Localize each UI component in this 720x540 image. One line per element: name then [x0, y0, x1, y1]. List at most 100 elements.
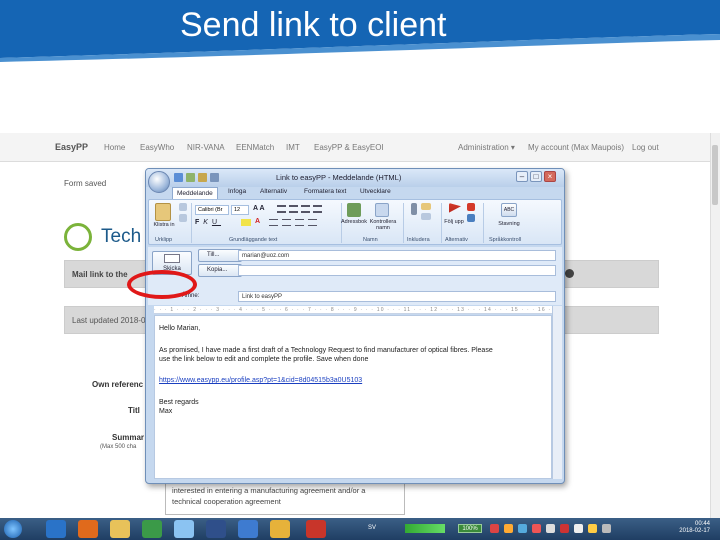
attach-icon[interactable]	[411, 203, 417, 215]
body-scrollbar[interactable]	[552, 306, 562, 479]
tab-alternativ[interactable]: Alternativ	[260, 188, 287, 195]
app-icon[interactable]	[206, 520, 226, 538]
app-icon[interactable]	[306, 520, 326, 538]
to-field[interactable]: marian@uoz.com	[238, 250, 556, 261]
format-buttons[interactable]: FKU	[195, 219, 221, 226]
tab-infoga[interactable]: Infoga	[228, 188, 246, 195]
tray-icon[interactable]	[504, 524, 513, 533]
app-icon[interactable]	[270, 520, 290, 538]
close-icon[interactable]: ×	[544, 171, 556, 182]
check-names-icon[interactable]	[375, 203, 389, 217]
nav-brand[interactable]: EasyPP	[55, 142, 88, 152]
followup-flag-icon[interactable]	[449, 203, 461, 213]
explorer-icon[interactable]	[110, 520, 130, 538]
ribbon-tabs: Meddelande Infoga Alternativ Formatera t…	[172, 187, 564, 199]
redo-icon[interactable]	[198, 173, 207, 182]
minimize-icon[interactable]: –	[516, 171, 528, 182]
clock[interactable]: 00:44 2018-02-17	[679, 521, 710, 535]
bullets-icon[interactable]	[277, 205, 286, 213]
align-right-icon[interactable]	[295, 219, 304, 226]
maximize-icon[interactable]: □	[530, 171, 542, 182]
font-grow-icon[interactable]: A A	[253, 205, 265, 212]
body-closing: Best regards	[159, 399, 199, 406]
profile-link[interactable]: https://www.easypp.eu/profile.asp?pt=1&c…	[159, 376, 362, 385]
nav-home[interactable]: Home	[104, 143, 125, 152]
spelling-icon[interactable]: ABC	[501, 203, 517, 217]
addressbook-button[interactable]: Adressbok	[339, 219, 369, 225]
cc-field[interactable]	[238, 265, 556, 276]
justify-icon[interactable]	[308, 219, 317, 226]
help-icon[interactable]	[565, 269, 574, 278]
tray-icons	[490, 524, 670, 534]
addressbook-icon[interactable]	[347, 203, 361, 217]
clock-date: 2018-02-17	[679, 528, 710, 534]
font-size-select[interactable]: 12	[231, 205, 249, 215]
align-center-icon[interactable]	[282, 219, 291, 226]
ruler[interactable]: · · · 1 · · · 2 · · · 3 · · · 4 · · · 5 …	[154, 306, 552, 314]
message-body-editor[interactable]: Hello Marian, As promised, I have made a…	[154, 315, 552, 479]
highlight-oval	[127, 270, 197, 299]
high-importance-icon[interactable]	[467, 203, 475, 211]
nav-easypp-easyeoi[interactable]: EasyPP & EasyEOI	[314, 143, 384, 152]
tray-icon[interactable]	[546, 524, 555, 533]
tab-meddelande[interactable]: Meddelande	[172, 187, 218, 199]
message-header: Skicka Till... Kopia... Ämne: marian@uoz…	[148, 247, 562, 305]
tray-icon[interactable]	[588, 524, 597, 533]
tray-icon[interactable]	[518, 524, 527, 533]
start-button[interactable]	[4, 520, 22, 538]
firefox-icon[interactable]	[78, 520, 98, 538]
window-titlebar[interactable]: Link to easyPP - Meddelande (HTML) – □ ×	[146, 169, 564, 187]
nav-logout[interactable]: Log out	[632, 143, 659, 152]
clock-time: 00:44	[694, 521, 710, 527]
highlight-icon[interactable]	[241, 219, 251, 226]
tray-icon[interactable]	[574, 524, 583, 533]
paste-icon[interactable]	[155, 203, 171, 221]
check-names-button[interactable]: Kontrollera namn	[367, 219, 399, 231]
app-icon[interactable]	[142, 520, 162, 538]
numbering-icon[interactable]	[289, 205, 298, 213]
cc-button[interactable]: Kopia...	[198, 264, 242, 277]
spelling-button[interactable]: Stavning	[491, 221, 527, 227]
low-importance-icon[interactable]	[467, 214, 475, 222]
subject-field[interactable]: Link to easyPP	[238, 291, 556, 302]
office-button[interactable]	[148, 171, 170, 193]
cut-icon[interactable]	[179, 203, 187, 211]
volume-icon[interactable]	[602, 524, 611, 533]
nav-imt[interactable]: IMT	[286, 143, 300, 152]
mail-link-text[interactable]: Mail link to the	[72, 270, 128, 279]
nav-nirvana[interactable]: NIR-VANA	[187, 143, 225, 152]
paste-button[interactable]: Klistra in	[151, 222, 177, 228]
outlook-compose-window[interactable]: Link to easyPP - Meddelande (HTML) – □ ×…	[145, 168, 565, 484]
align-left-icon[interactable]	[269, 219, 278, 226]
undo-icon[interactable]	[186, 173, 195, 182]
app-icon[interactable]	[174, 520, 194, 538]
to-button[interactable]: Till...	[198, 249, 242, 262]
align-tools	[269, 219, 339, 227]
tray-icon[interactable]	[560, 524, 569, 533]
nav-my-account[interactable]: My account (Max Maupois)	[528, 143, 624, 152]
copy-icon[interactable]	[179, 214, 187, 222]
tray-icon[interactable]	[490, 524, 499, 533]
attach-item-icon[interactable]	[421, 203, 431, 210]
outdent-icon[interactable]	[313, 205, 322, 213]
language-indicator[interactable]: SV	[368, 525, 376, 531]
tray-icon[interactable]	[532, 524, 541, 533]
taskbar: SV 100% 00:44 2018-02-17	[0, 518, 720, 540]
font-color-icon[interactable]: A	[255, 218, 260, 225]
font-name-select[interactable]: Calibri (Br	[195, 205, 229, 215]
top-navbar: EasyPP Home EasyWho NIR-VANA EENMatch IM…	[0, 133, 710, 162]
nav-administration[interactable]: Administration ▾	[458, 143, 515, 152]
nav-easywho[interactable]: EasyWho	[140, 143, 174, 152]
tab-utvecklare[interactable]: Utvecklare	[360, 188, 391, 195]
page-scrollbar-thumb[interactable]	[712, 145, 718, 205]
logo-text: Tech	[101, 226, 142, 247]
arrow-up-icon[interactable]	[210, 173, 219, 182]
followup-button[interactable]: Följ upp	[443, 219, 465, 225]
nav-eenmatch[interactable]: EENMatch	[236, 143, 274, 152]
indent-icon[interactable]	[301, 205, 310, 213]
save-icon[interactable]	[174, 173, 183, 182]
ie-icon[interactable]	[46, 520, 66, 538]
tab-formatera-text[interactable]: Formatera text	[304, 188, 346, 195]
outlook-icon[interactable]	[238, 520, 258, 538]
signature-icon[interactable]	[421, 213, 431, 220]
